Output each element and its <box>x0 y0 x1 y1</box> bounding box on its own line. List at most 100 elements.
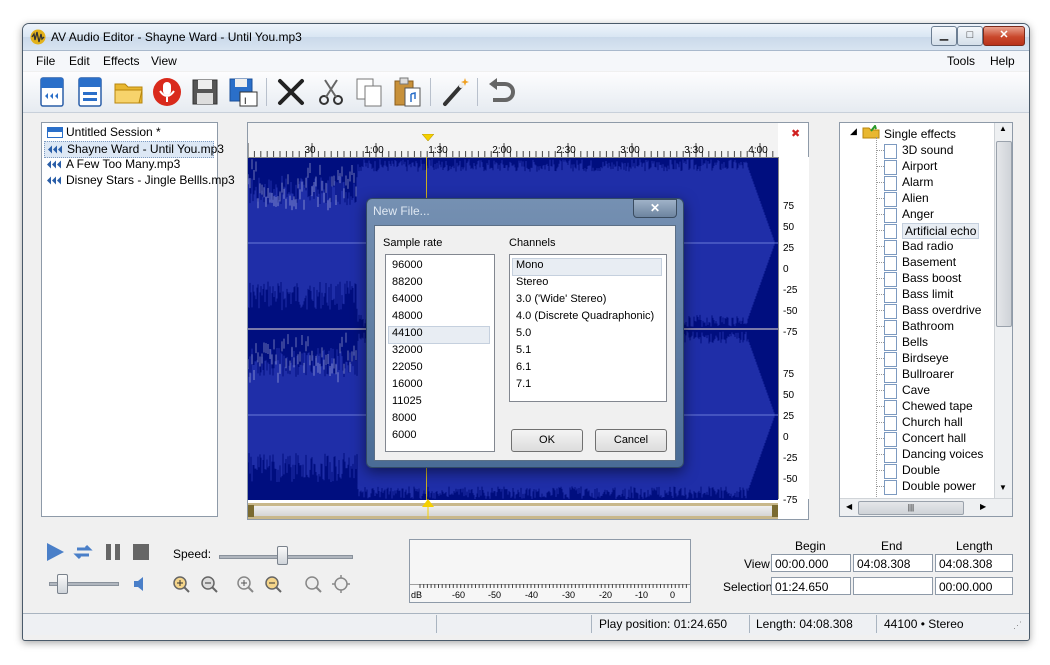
effect-item[interactable]: Double <box>902 463 940 477</box>
sample-rate-option[interactable]: 64000 <box>392 293 423 305</box>
minimize-button[interactable]: ▁ <box>931 26 957 46</box>
dialog-close-button[interactable]: ✕ <box>633 199 677 218</box>
list-item[interactable]: Disney Stars - Jingle Bellls.mp3 <box>44 173 235 188</box>
view-end-field[interactable]: 04:08.308 <box>853 554 933 572</box>
tree-expand-icon[interactable]: ◢ <box>850 126 857 137</box>
effect-item[interactable]: Airport <box>902 159 937 173</box>
scroll-down-icon[interactable]: ▼ <box>999 483 1007 492</box>
effect-item[interactable]: Basement <box>902 255 956 269</box>
zoom-in-v-icon[interactable] <box>235 574 255 594</box>
zoom-fit-icon[interactable] <box>331 574 351 594</box>
volume-icon[interactable] <box>131 574 151 594</box>
channel-option[interactable]: 4.0 (Discrete Quadraphonic) <box>516 310 654 322</box>
selection-length-field[interactable]: 00:00.000 <box>935 577 1013 595</box>
effects-vscroll[interactable]: ▲ ▼ <box>994 123 1012 499</box>
scroll-handle-right[interactable] <box>772 505 778 517</box>
effects-root-label[interactable]: Single effects <box>884 127 956 141</box>
effect-item[interactable]: Dancing voices <box>902 447 983 461</box>
menu-edit[interactable]: Edit <box>69 54 90 68</box>
scroll-thumb[interactable] <box>254 506 772 516</box>
save-as-icon[interactable]: I <box>227 76 259 108</box>
scroll-right-icon[interactable]: ▶ <box>980 502 986 511</box>
channel-option[interactable]: 5.0 <box>516 327 531 339</box>
undo-icon[interactable] <box>485 76 517 108</box>
record-icon[interactable] <box>151 76 183 108</box>
waveform-scrollbar[interactable] <box>248 499 778 519</box>
new-file-icon[interactable] <box>75 76 107 108</box>
effect-item[interactable]: Bells <box>902 335 928 349</box>
sample-rate-option[interactable]: 6000 <box>392 429 416 441</box>
sample-rate-option[interactable]: 96000 <box>392 259 423 271</box>
effect-item[interactable]: Double power <box>902 479 976 493</box>
sample-rate-option[interactable]: 32000 <box>392 344 423 356</box>
sample-rate-option[interactable]: 16000 <box>392 378 423 390</box>
effect-item[interactable]: Bad radio <box>902 239 953 253</box>
pause-icon[interactable] <box>103 542 123 562</box>
sample-rate-option[interactable]: 11025 <box>392 395 422 407</box>
sample-rate-option[interactable]: 88200 <box>392 276 423 288</box>
effect-item[interactable]: Bass limit <box>902 287 953 301</box>
delete-icon[interactable] <box>275 76 307 108</box>
effect-item[interactable]: Artificial echo <box>902 223 980 239</box>
list-item[interactable]: Shayne Ward - Until You.mp3 <box>44 141 224 158</box>
sample-rate-list[interactable]: 96000 88200 64000 48000 44100 32000 22050 16000… <box>385 254 495 452</box>
effect-item[interactable]: Cave <box>902 383 930 397</box>
effects-scroll-thumb[interactable] <box>996 141 1012 327</box>
menu-tools[interactable]: Tools <box>947 54 975 68</box>
close-button[interactable]: ✕ <box>983 26 1025 46</box>
scroll-left-icon[interactable]: ◀ <box>846 502 852 511</box>
channel-option[interactable]: Stereo <box>516 276 548 288</box>
effect-item[interactable]: 3D sound <box>902 143 953 157</box>
effect-item[interactable]: Church hall <box>902 415 963 429</box>
view-length-field[interactable]: 04:08.308 <box>935 554 1013 572</box>
zoom-selection-icon[interactable] <box>303 574 323 594</box>
ok-button[interactable]: OK <box>511 429 583 452</box>
effect-item[interactable]: Anger <box>902 207 934 221</box>
zoom-out-v-icon[interactable] <box>263 574 283 594</box>
scroll-up-icon[interactable]: ▲ <box>999 124 1007 133</box>
speed-slider[interactable] <box>219 538 353 565</box>
volume-slider[interactable] <box>49 572 119 596</box>
channels-list[interactable]: Mono Stereo 3.0 ('Wide' Stereo) 4.0 (Discre… <box>509 254 667 402</box>
speed-slider-thumb[interactable] <box>277 546 288 565</box>
stop-icon[interactable] <box>131 542 151 562</box>
menu-file[interactable]: File <box>36 54 55 68</box>
effect-item[interactable]: Bathroom <box>902 319 954 333</box>
effect-item[interactable]: Concert hall <box>902 431 966 445</box>
copy-icon[interactable] <box>353 76 385 108</box>
sample-rate-option[interactable]: 8000 <box>392 412 416 424</box>
effect-item[interactable]: Birdseye <box>902 351 949 365</box>
channel-option[interactable]: 3.0 ('Wide' Stereo) <box>516 293 606 305</box>
channel-option[interactable]: 6.1 <box>516 361 531 373</box>
effect-item[interactable]: Alarm <box>902 175 933 189</box>
zoom-out-h-icon[interactable] <box>199 574 219 594</box>
paste-icon[interactable] <box>391 76 423 108</box>
dialog-title[interactable]: New File... <box>373 204 430 218</box>
selection-end-field[interactable] <box>853 577 933 595</box>
title-bar[interactable]: AV Audio Editor - Shayne Ward - Until Yo… <box>23 24 1029 51</box>
save-icon[interactable] <box>189 76 221 108</box>
volume-slider-thumb[interactable] <box>57 574 68 594</box>
list-item[interactable]: A Few Too Many.mp3 <box>44 157 180 172</box>
effect-item[interactable]: Alien <box>902 191 929 205</box>
effect-item[interactable]: Chewed tape <box>902 399 973 413</box>
cut-icon[interactable] <box>315 76 347 108</box>
close-wave-icon[interactable]: ✖ <box>791 127 800 140</box>
effect-item[interactable]: Bass boost <box>902 271 961 285</box>
view-begin-field[interactable]: 00:00.000 <box>771 554 851 572</box>
effect-item[interactable]: Bass overdrive <box>902 303 981 317</box>
loop-icon[interactable] <box>73 542 93 562</box>
play-icon[interactable] <box>45 542 65 562</box>
menu-help[interactable]: Help <box>990 54 1015 68</box>
open-folder-icon[interactable] <box>113 76 145 108</box>
play-position-marker-icon[interactable] <box>422 134 434 142</box>
channel-option[interactable]: 7.1 <box>516 378 531 390</box>
maximize-button[interactable]: □ <box>957 26 983 46</box>
selection-begin-field[interactable]: 01:24.650 <box>771 577 851 595</box>
time-ruler[interactable]: 30 1:00 1:30 2:00 2:30 3:00 3:30 4:00 <box>248 123 778 158</box>
magic-wand-icon[interactable] <box>439 76 471 108</box>
channel-option[interactable]: 5.1 <box>516 344 531 356</box>
list-item[interactable]: Untitled Session * <box>44 125 161 140</box>
sample-rate-option[interactable]: 48000 <box>392 310 423 322</box>
menu-view[interactable]: View <box>151 54 177 68</box>
